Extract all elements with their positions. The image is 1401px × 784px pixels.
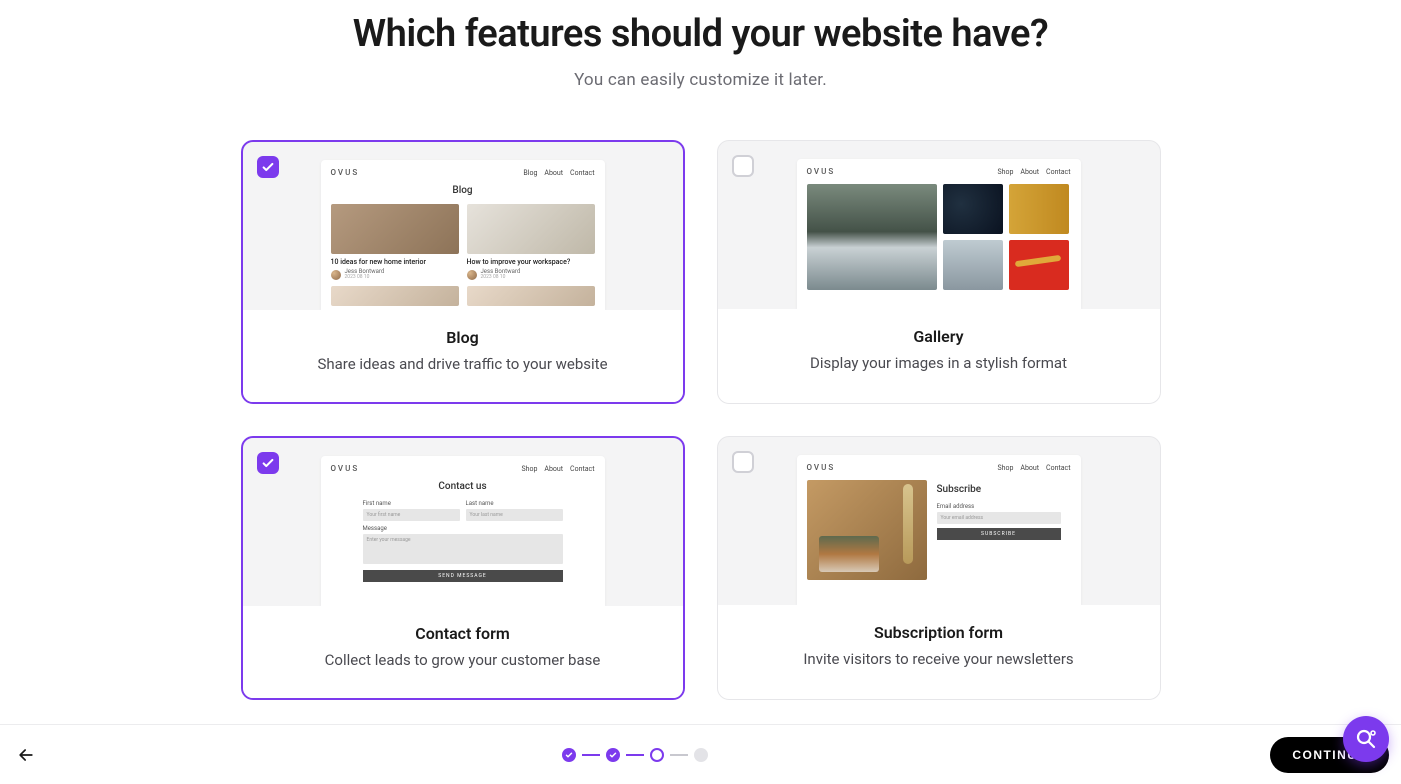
step-dot — [562, 748, 576, 762]
preview-nav-item: About — [1020, 168, 1039, 176]
step-dot — [694, 748, 708, 762]
feature-grid: OVUS Blog About Contact Blog 10 ideas fo… — [241, 140, 1161, 700]
preview-nav-item: Contact — [1046, 168, 1070, 176]
feature-card-gallery[interactable]: OVUS Shop About Contact — [717, 140, 1161, 404]
preview-image — [943, 184, 1003, 234]
preview-input: Your first name — [363, 509, 460, 521]
step-bar — [626, 754, 644, 756]
preview-image — [467, 204, 595, 254]
preview-nav-item: Shop — [997, 168, 1013, 176]
feature-title: Blog — [263, 328, 663, 347]
checkbox-gallery[interactable] — [732, 155, 754, 177]
preview-nav-item: About — [544, 169, 563, 177]
feature-card-subscription[interactable]: OVUS Shop About Contact Subscribe Email … — [717, 436, 1161, 700]
preview-section-title: Subscribe — [937, 484, 1071, 495]
feature-title: Contact form — [263, 624, 663, 643]
preview-button: SEND MESSAGE — [363, 570, 563, 582]
preview-section-title: Blog — [331, 185, 595, 196]
preview-textarea: Enter your message — [363, 534, 563, 564]
preview-button: SUBSCRIBE — [937, 528, 1061, 540]
preview-input: Your email address — [937, 512, 1061, 524]
preview-image — [331, 204, 459, 254]
preview-section-title: Contact us — [331, 481, 595, 492]
feature-desc: Display your images in a stylish format — [738, 354, 1140, 372]
feature-title: Subscription form — [738, 623, 1140, 642]
preview-brand: OVUS — [807, 463, 836, 472]
preview-image — [1009, 184, 1069, 234]
preview-brand: OVUS — [331, 464, 360, 473]
check-icon — [261, 456, 275, 470]
footer: CONTINUE — [0, 724, 1401, 784]
arrow-left-icon — [16, 745, 36, 765]
feature-title: Gallery — [738, 327, 1140, 346]
preview-date: 2023 08 10 — [345, 275, 385, 280]
step-bar — [670, 754, 688, 756]
check-icon — [261, 160, 275, 174]
feature-desc: Invite visitors to receive your newslett… — [738, 650, 1140, 668]
check-icon — [609, 751, 617, 759]
preview-nav-item: Contact — [1046, 464, 1070, 472]
page-subheading: You can easily customize it later. — [574, 70, 827, 90]
preview-brand: OVUS — [331, 168, 360, 177]
preview-nav-item: Shop — [521, 465, 537, 473]
preview-image — [943, 240, 1003, 290]
checkbox-subscription[interactable] — [732, 451, 754, 473]
step-dot — [606, 748, 620, 762]
back-button[interactable] — [12, 741, 40, 769]
preview-contact: OVUS Shop About Contact Contact us First… — [243, 438, 683, 606]
preview-subscription: OVUS Shop About Contact Subscribe Email … — [718, 437, 1160, 605]
checkbox-contact[interactable] — [257, 452, 279, 474]
feature-desc: Collect leads to grow your customer base — [263, 651, 663, 669]
preview-post-title: 10 ideas for new home interior — [331, 258, 459, 266]
step-dot — [650, 748, 664, 762]
help-search-icon — [1354, 727, 1378, 751]
preview-brand: OVUS — [807, 167, 836, 176]
help-button[interactable] — [1343, 716, 1389, 762]
preview-field-label: Last name — [466, 500, 563, 507]
preview-gallery: OVUS Shop About Contact — [718, 141, 1160, 309]
feature-desc: Share ideas and drive traffic to your we… — [263, 355, 663, 373]
progress-stepper — [562, 748, 708, 762]
page-heading: Which features should your website have? — [353, 12, 1048, 56]
preview-nav-item: Blog — [523, 169, 537, 177]
preview-image — [807, 184, 937, 290]
preview-image — [1009, 240, 1069, 290]
preview-nav-item: Contact — [570, 169, 594, 177]
checkbox-blog[interactable] — [257, 156, 279, 178]
preview-field-label: Email address — [937, 503, 1071, 510]
avatar — [467, 270, 477, 280]
preview-image — [331, 286, 459, 306]
preview-nav-item: About — [544, 465, 563, 473]
feature-card-blog[interactable]: OVUS Blog About Contact Blog 10 ideas fo… — [241, 140, 685, 404]
preview-nav-item: Shop — [997, 464, 1013, 472]
preview-date: 2023 08 10 — [481, 275, 521, 280]
preview-nav-item: Contact — [570, 465, 594, 473]
feature-card-contact[interactable]: OVUS Shop About Contact Contact us First… — [241, 436, 685, 700]
preview-blog: OVUS Blog About Contact Blog 10 ideas fo… — [243, 142, 683, 310]
preview-field-label: First name — [363, 500, 460, 507]
preview-input: Your last name — [466, 509, 563, 521]
preview-field-label: Message — [363, 525, 563, 532]
preview-image — [807, 480, 927, 580]
preview-post-title: How to improve your workspace? — [467, 258, 595, 266]
preview-nav-item: About — [1020, 464, 1039, 472]
check-icon — [565, 751, 573, 759]
preview-image — [467, 286, 595, 306]
avatar — [331, 270, 341, 280]
step-bar — [582, 754, 600, 756]
